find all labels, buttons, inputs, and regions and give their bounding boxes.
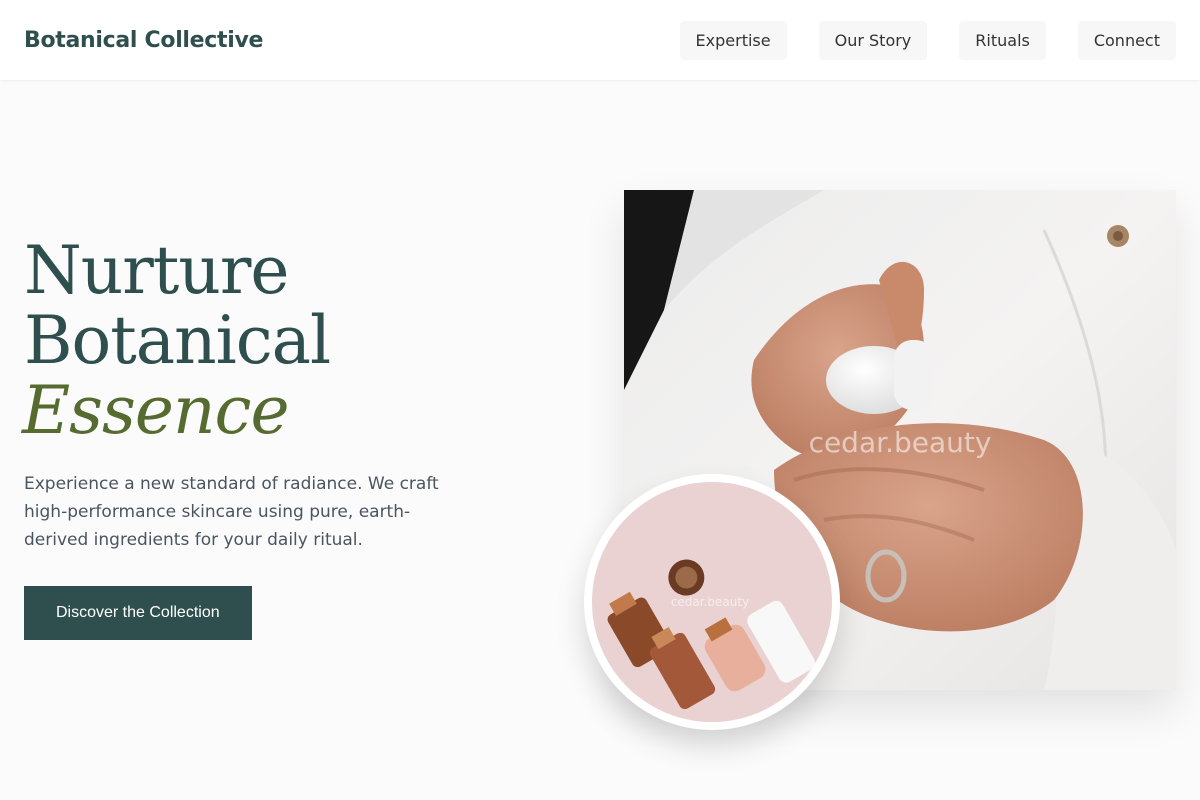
headline-line-2: Botanical <box>24 302 331 379</box>
nav-item-our-story[interactable]: Our Story <box>818 20 928 60</box>
inset-image-watermark: cedar.beauty <box>671 595 749 609</box>
main-nav: Expertise Our Story Rituals Connect <box>679 20 1176 60</box>
brand-logo[interactable]: Botanical Collective <box>24 28 263 53</box>
nav-item-connect[interactable]: Connect <box>1077 20 1176 60</box>
discover-collection-button[interactable]: Discover the Collection <box>24 586 252 640</box>
headline-accent: Essence <box>22 372 290 449</box>
hero-description: Experience a new standard of radiance. W… <box>24 474 439 550</box>
nav-item-rituals[interactable]: Rituals <box>959 20 1046 60</box>
hero-headline: Nurture Botanical Essence <box>22 232 464 449</box>
inset-product-image: cedar.beauty <box>584 474 840 730</box>
headline-line-1: Nurture <box>24 232 289 309</box>
hero-copy: Nurture Botanical Essence Experience a n… <box>22 232 464 640</box>
skincare-bottles-image: cedar.beauty <box>592 482 832 722</box>
nav-item-expertise[interactable]: Expertise <box>679 20 787 60</box>
site-header: Botanical Collective Expertise Our Story… <box>0 0 1200 80</box>
main-image-watermark: cedar.beauty <box>809 426 992 459</box>
inset-image-frame: cedar.beauty <box>592 482 832 722</box>
